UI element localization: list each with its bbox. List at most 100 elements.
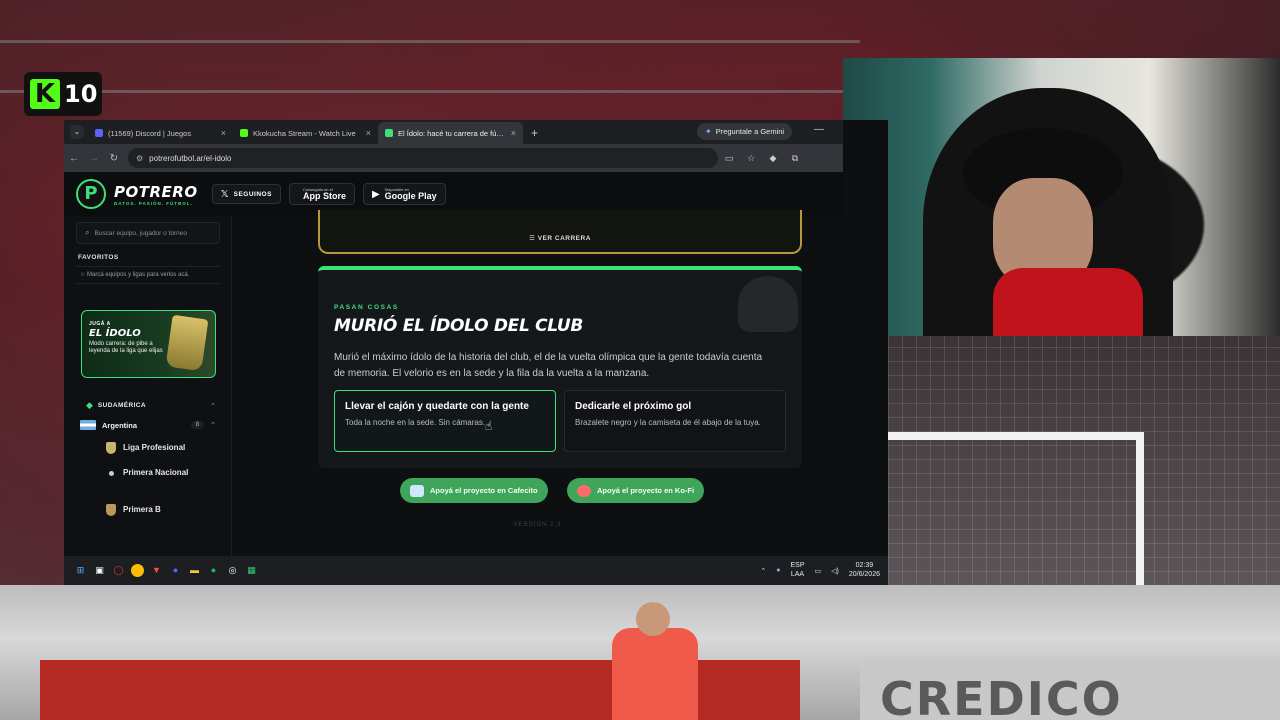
lang-code: ESP [790, 562, 805, 570]
minimize-icon[interactable]: — [814, 124, 824, 135]
chevron-up-icon: ⌃ [210, 422, 216, 429]
country-argentina[interactable]: Argentina 8 ⌃ [80, 420, 216, 430]
choice-desc: Brazalete negro y la camiseta de él abaj… [575, 418, 761, 427]
sidebar-item-primera-nacional[interactable]: Primera Nacional [106, 468, 193, 478]
streamer-shirt [993, 268, 1143, 336]
sidebar-item-liga-profesional[interactable]: Liga Profesional [106, 442, 213, 454]
country-label: Argentina [102, 420, 138, 430]
league-crest-icon [106, 504, 116, 516]
search-input[interactable]: ⌕ Buscar equipo, jugador o torneo [76, 222, 220, 244]
sidebar: ⌕ Buscar equipo, jugador o torneo FAVORI… [64, 216, 232, 556]
app-icon[interactable]: ▦ [245, 564, 258, 577]
close-icon[interactable]: × [511, 128, 516, 138]
google-play-button[interactable]: ▶ Disponible en Google Play [362, 183, 446, 205]
discord-icon [95, 129, 103, 137]
tab-label: (11569) Discord | Juegos [108, 128, 192, 138]
hand-cursor-icon: ☝ [485, 419, 493, 433]
browser-window: ⌄ (11569) Discord | Juegos × Kkokucha St… [64, 120, 888, 556]
follow-label: SEGUINOS [233, 190, 272, 198]
kick-icon [240, 129, 248, 137]
tab-label: El Ídolo: hacé tu carrera de fútbol [398, 128, 506, 138]
volume-icon[interactable]: ◁) [831, 567, 839, 575]
network-icon[interactable]: ▭ [815, 567, 822, 575]
potrero-icon [385, 129, 393, 137]
back-button[interactable]: ← [64, 153, 84, 164]
obs-icon[interactable]: ◎ [226, 564, 239, 577]
choice-title: Dedicarle el próximo gol [575, 401, 692, 412]
language-indicator[interactable]: ESP LAA [790, 562, 804, 579]
list-icon: ☰ [529, 235, 538, 242]
goal-net [888, 336, 1280, 600]
close-icon[interactable]: × [366, 128, 371, 138]
league-label: Liga Profesional [123, 442, 186, 452]
support-cafecito-button[interactable]: Apoyá el proyecto en Cafecito [400, 478, 548, 503]
cafecito-icon [410, 484, 424, 497]
reload-button[interactable]: ↻ [104, 153, 124, 164]
new-tab-button[interactable]: + [523, 126, 546, 144]
windows-taskbar: ⊞ ▣ ◯ ▼ ● ▬ ● ◎ ▦ ⌃ ● ESP LAA ▭ ◁) 02:39… [64, 556, 888, 585]
player-card-image [165, 314, 209, 372]
choice-desc: Toda la noche en la sede. Sin cámaras. [345, 418, 486, 427]
gemini-label: Preguntale a Gemini [715, 127, 785, 136]
cast-icon[interactable]: ▭ [718, 153, 740, 164]
follow-x-button[interactable]: 𝕏 SEGUINOS [211, 184, 281, 204]
brand[interactable]: POTRERO DATOS. PASIÓN. FÚTBOL. [114, 183, 198, 206]
league-dot-icon [109, 470, 114, 476]
clock-date: 20/6/2026 [848, 570, 880, 578]
task-view-icon[interactable]: ▣ [93, 564, 106, 577]
extension-shield-icon[interactable]: ◆ [762, 153, 784, 164]
browser-toolbar: ← → ↻ ⚙ potrerofutbol.ar/el-idolo ▭ ☆ ◆ … [64, 144, 843, 172]
goalkeeper-head [636, 602, 670, 636]
discord-icon[interactable]: ● [169, 564, 182, 577]
search-icon: ⌕ [85, 228, 90, 237]
support-cafecito-label: Apoyá el proyecto en Cafecito [430, 486, 538, 495]
app-store-button[interactable]: Conseguilo en el App Store [288, 183, 355, 205]
windows-start-icon[interactable]: ⊞ [74, 564, 87, 577]
main-content: ☰ VER CARRERA PASAN COSAS MURIÓ EL ÍDOLO… [232, 210, 843, 556]
league-label: Primera Nacional [123, 468, 189, 477]
microphone-icon[interactable]: ● [776, 567, 780, 574]
search-placeholder: Buscar equipo, jugador o torneo [94, 229, 187, 237]
el-idolo-promo-card[interactable]: JUGÁ A EL ÍDOLO Modo carrera: de pibe a … [81, 310, 216, 378]
tab-kick-stream[interactable]: Kkokucha Stream - Watch Live × [233, 122, 378, 144]
chevron-up-icon[interactable]: ⌃ [760, 567, 766, 575]
bookmark-star-icon[interactable]: ☆ [740, 153, 762, 164]
tab-discord[interactable]: (11569) Discord | Juegos × [88, 122, 233, 144]
brand-name: POTRERO [114, 182, 198, 201]
close-icon[interactable]: × [221, 128, 226, 138]
view-career-link[interactable]: ☰ VER CARRERA [320, 234, 800, 242]
webcam-feed [843, 58, 1280, 336]
favorites-title: FAVORITOS [78, 254, 119, 261]
goal-crossbar [888, 432, 1144, 440]
forward-button[interactable]: → [84, 153, 104, 164]
tab-el-idolo[interactable]: El Ídolo: hacé tu carrera de fútbol × [378, 122, 523, 144]
file-explorer-icon[interactable]: ▬ [188, 564, 201, 577]
sidebar-item-primera-b[interactable]: Primera B [106, 504, 193, 516]
chrome-icon[interactable] [131, 564, 144, 577]
site-info-icon[interactable]: ⚙ [136, 154, 143, 163]
system-tray: ⌃ ● ESP LAA ▭ ◁) 02:39 20/6/2026 [760, 556, 880, 585]
viewer-count: 10 [64, 80, 98, 108]
opera-icon[interactable]: ◯ [112, 564, 125, 577]
region-south-america[interactable]: ◆ SUDAMÉRICA ⌃ [86, 400, 216, 411]
clock[interactable]: 02:39 20/6/2026 [849, 562, 880, 579]
brand-tagline: DATOS. PASIÓN. FÚTBOL. [114, 200, 193, 206]
map-pin-icon: ◆ [86, 400, 93, 410]
gemini-button[interactable]: ✦ Preguntale a Gemini [697, 123, 793, 140]
address-bar[interactable]: ⚙ potrerofutbol.ar/el-idolo [128, 148, 718, 168]
promo-desc: Modo carrera: de pibe a leyenda de la li… [89, 341, 163, 355]
clock-time: 02:39 [855, 562, 874, 570]
tab-search-icon[interactable]: ⌄ [70, 125, 84, 139]
goal-post [1136, 432, 1144, 592]
extensions-puzzle-icon[interactable]: ⧉ [784, 153, 806, 164]
brave-icon[interactable]: ▼ [150, 564, 163, 577]
choice-dedicate-goal-button[interactable]: Dedicarle el próximo gol Brazalete negro… [564, 390, 786, 452]
choice-carry-coffin-button[interactable]: Llevar el cajón y quedarte con la gente … [334, 390, 556, 452]
ad-board-text: CREDICO [880, 672, 1123, 720]
spotify-icon[interactable]: ● [207, 564, 220, 577]
chevron-up-icon: ⌃ [210, 402, 216, 410]
support-kofi-button[interactable]: Apoyá el proyecto en Ko-Fi [567, 478, 705, 503]
heart-icon [738, 276, 798, 332]
potrero-logo-icon[interactable]: P [76, 179, 106, 209]
kick-logo-icon: K [30, 79, 60, 109]
